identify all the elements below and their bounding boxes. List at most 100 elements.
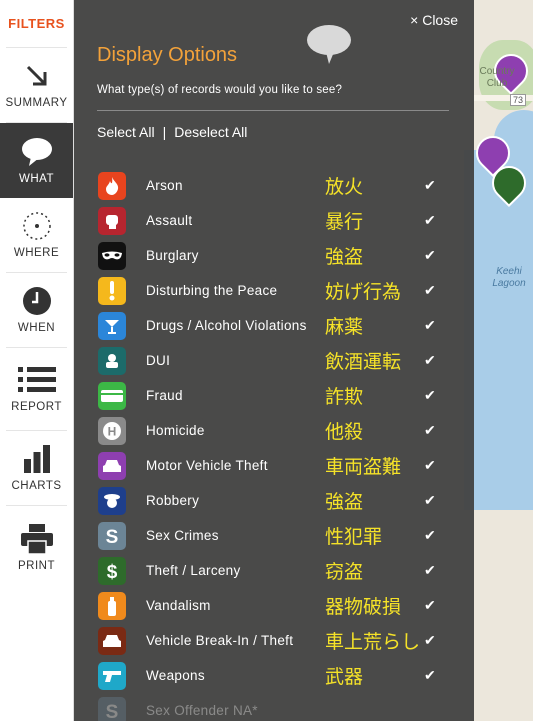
display-options-panel: × Close Display Options What type(s) of … (74, 0, 474, 721)
record-type-translation: 飲酒運転 (325, 352, 402, 373)
spray-can-icon (98, 591, 126, 620)
record-type-label: Disturbing the Peace (146, 283, 278, 298)
record-type-translation: 器物破損 (325, 597, 402, 618)
deselect-all-link[interactable]: Deselect All (174, 124, 247, 140)
check-icon[interactable]: ✔ (424, 317, 436, 334)
record-type-row[interactable]: S Sex Offender NA* (98, 693, 448, 721)
check-icon[interactable]: ✔ (424, 597, 436, 614)
credit-card-icon (98, 381, 126, 410)
check-icon[interactable]: ✔ (424, 667, 436, 684)
record-type-translation: 妨げ行為 (325, 282, 402, 303)
nav-where[interactable]: WHERE (6, 198, 67, 273)
club-label: Country Club (479, 66, 515, 89)
check-icon[interactable]: ✔ (424, 492, 436, 509)
check-icon[interactable]: ✔ (424, 212, 436, 229)
record-type-row[interactable]: Drugs / Alcohol Violations 麻薬 ✔ (98, 308, 448, 343)
left-nav: FILTERS SUMMARY WHAT WHERE WHEN REPORT C… (0, 0, 74, 721)
record-type-row[interactable]: Assault 暴行 ✔ (98, 203, 448, 238)
nav-when-label: WHEN (17, 322, 56, 334)
car-icon (98, 626, 126, 655)
record-type-row[interactable]: Vehicle Break-In / Theft 車上荒らし ✔ (98, 623, 448, 658)
record-type-label: Sex Offender NA* (146, 703, 258, 718)
record-type-translation: 性犯罪 (325, 527, 383, 548)
nav-where-label: WHERE (13, 247, 60, 259)
record-type-translation: 窃盗 (325, 562, 364, 583)
record-type-row[interactable]: Burglary 強盗 ✔ (98, 238, 448, 273)
nav-when[interactable]: WHEN (6, 273, 67, 348)
lagoon-label: Keehi Lagoon (492, 266, 526, 289)
check-icon[interactable]: ✔ (424, 562, 436, 579)
record-type-row[interactable]: Motor Vehicle Theft 車両盗難 ✔ (98, 448, 448, 483)
printer-icon (20, 523, 53, 554)
nav-report-label: REPORT (11, 401, 62, 413)
arrow-down-right-icon (25, 61, 49, 91)
fire-icon (98, 171, 126, 200)
record-type-translation: 強盗 (325, 492, 364, 513)
nav-what[interactable]: WHAT (0, 123, 73, 198)
record-type-row[interactable]: $ Theft / Larceny 窃盗 ✔ (98, 553, 448, 588)
record-type-translation: 暴行 (325, 212, 364, 233)
check-icon[interactable]: ✔ (424, 352, 436, 369)
svg-text:S: S (106, 702, 119, 721)
sex-crimes-icon: S (98, 521, 126, 550)
record-type-row[interactable]: H Homicide 他殺 ✔ (98, 413, 448, 448)
record-type-row[interactable]: S Sex Crimes 性犯罪 ✔ (98, 518, 448, 553)
svg-text:H: H (108, 424, 117, 438)
record-type-row[interactable]: DUI 飲酒運転 ✔ (98, 343, 448, 378)
check-icon[interactable]: ✔ (424, 422, 436, 439)
record-type-translation: 他殺 (325, 422, 364, 443)
record-type-row[interactable]: Vandalism 器物破損 ✔ (98, 588, 448, 623)
record-type-label: Fraud (146, 388, 183, 403)
panel-subtitle: What type(s) of records would you like t… (97, 84, 343, 96)
record-type-label: Motor Vehicle Theft (146, 458, 268, 473)
check-icon[interactable]: ✔ (424, 177, 436, 194)
select-all-link[interactable]: Select All (97, 124, 155, 140)
record-type-row[interactable]: Robbery 強盗 ✔ (98, 483, 448, 518)
dollar-icon: $ (98, 556, 126, 585)
mask-icon (98, 241, 126, 270)
record-type-label: Burglary (146, 248, 199, 263)
filters-heading: FILTERS (6, 0, 67, 48)
record-type-translation: 車上荒らし (325, 632, 421, 653)
nav-summary[interactable]: SUMMARY (5, 48, 68, 123)
panel-title: Display Options (97, 44, 238, 66)
record-type-row[interactable]: Arson 放火 ✔ (98, 168, 448, 203)
cocktail-icon (98, 311, 126, 340)
record-type-label: Theft / Larceny (146, 563, 241, 578)
record-type-label: Drugs / Alcohol Violations (146, 318, 307, 333)
nav-report[interactable]: REPORT (6, 348, 67, 431)
driver-icon (98, 346, 126, 375)
close-button[interactable]: × Close (410, 12, 458, 28)
record-type-translation: 武器 (325, 667, 364, 688)
record-type-row[interactable]: Weapons 武器 ✔ (98, 658, 448, 693)
check-icon[interactable]: ✔ (424, 247, 436, 264)
nav-charts[interactable]: CHARTS (6, 431, 67, 506)
nav-charts-label: CHARTS (11, 480, 62, 492)
svg-text:S: S (106, 527, 119, 546)
record-type-label: Robbery (146, 493, 200, 508)
record-type-translation: 麻薬 (325, 317, 364, 338)
record-type-row[interactable]: Disturbing the Peace 妨げ行為 ✔ (98, 273, 448, 308)
check-icon[interactable]: ✔ (424, 527, 436, 544)
check-icon[interactable]: ✔ (424, 632, 436, 649)
speech-bubble-icon (21, 137, 53, 167)
check-icon[interactable]: ✔ (424, 457, 436, 474)
record-type-row[interactable]: Fraud 詐欺 ✔ (98, 378, 448, 413)
record-type-label: Assault (146, 213, 193, 228)
select-controls: Select All | Deselect All (97, 124, 247, 140)
nav-print[interactable]: PRINT (6, 506, 67, 589)
record-type-label: Weapons (146, 668, 205, 683)
record-type-label: Vehicle Break-In / Theft (146, 633, 294, 648)
record-type-translation: 強盗 (325, 247, 364, 268)
list-icon (17, 365, 56, 395)
check-icon[interactable]: ✔ (424, 387, 436, 404)
nav-print-label: PRINT (18, 559, 55, 572)
divider (97, 110, 449, 111)
nav-summary-label: SUMMARY (5, 97, 68, 109)
gun-icon (98, 661, 126, 690)
exclamation-icon (98, 276, 126, 305)
record-type-list: Arson 放火 ✔ Assault 暴行 ✔ Burglary 強盗 ✔ Disturbing … (98, 168, 448, 721)
bar-chart-icon (22, 444, 52, 474)
check-icon[interactable]: ✔ (424, 282, 436, 299)
record-type-label: DUI (146, 353, 171, 368)
